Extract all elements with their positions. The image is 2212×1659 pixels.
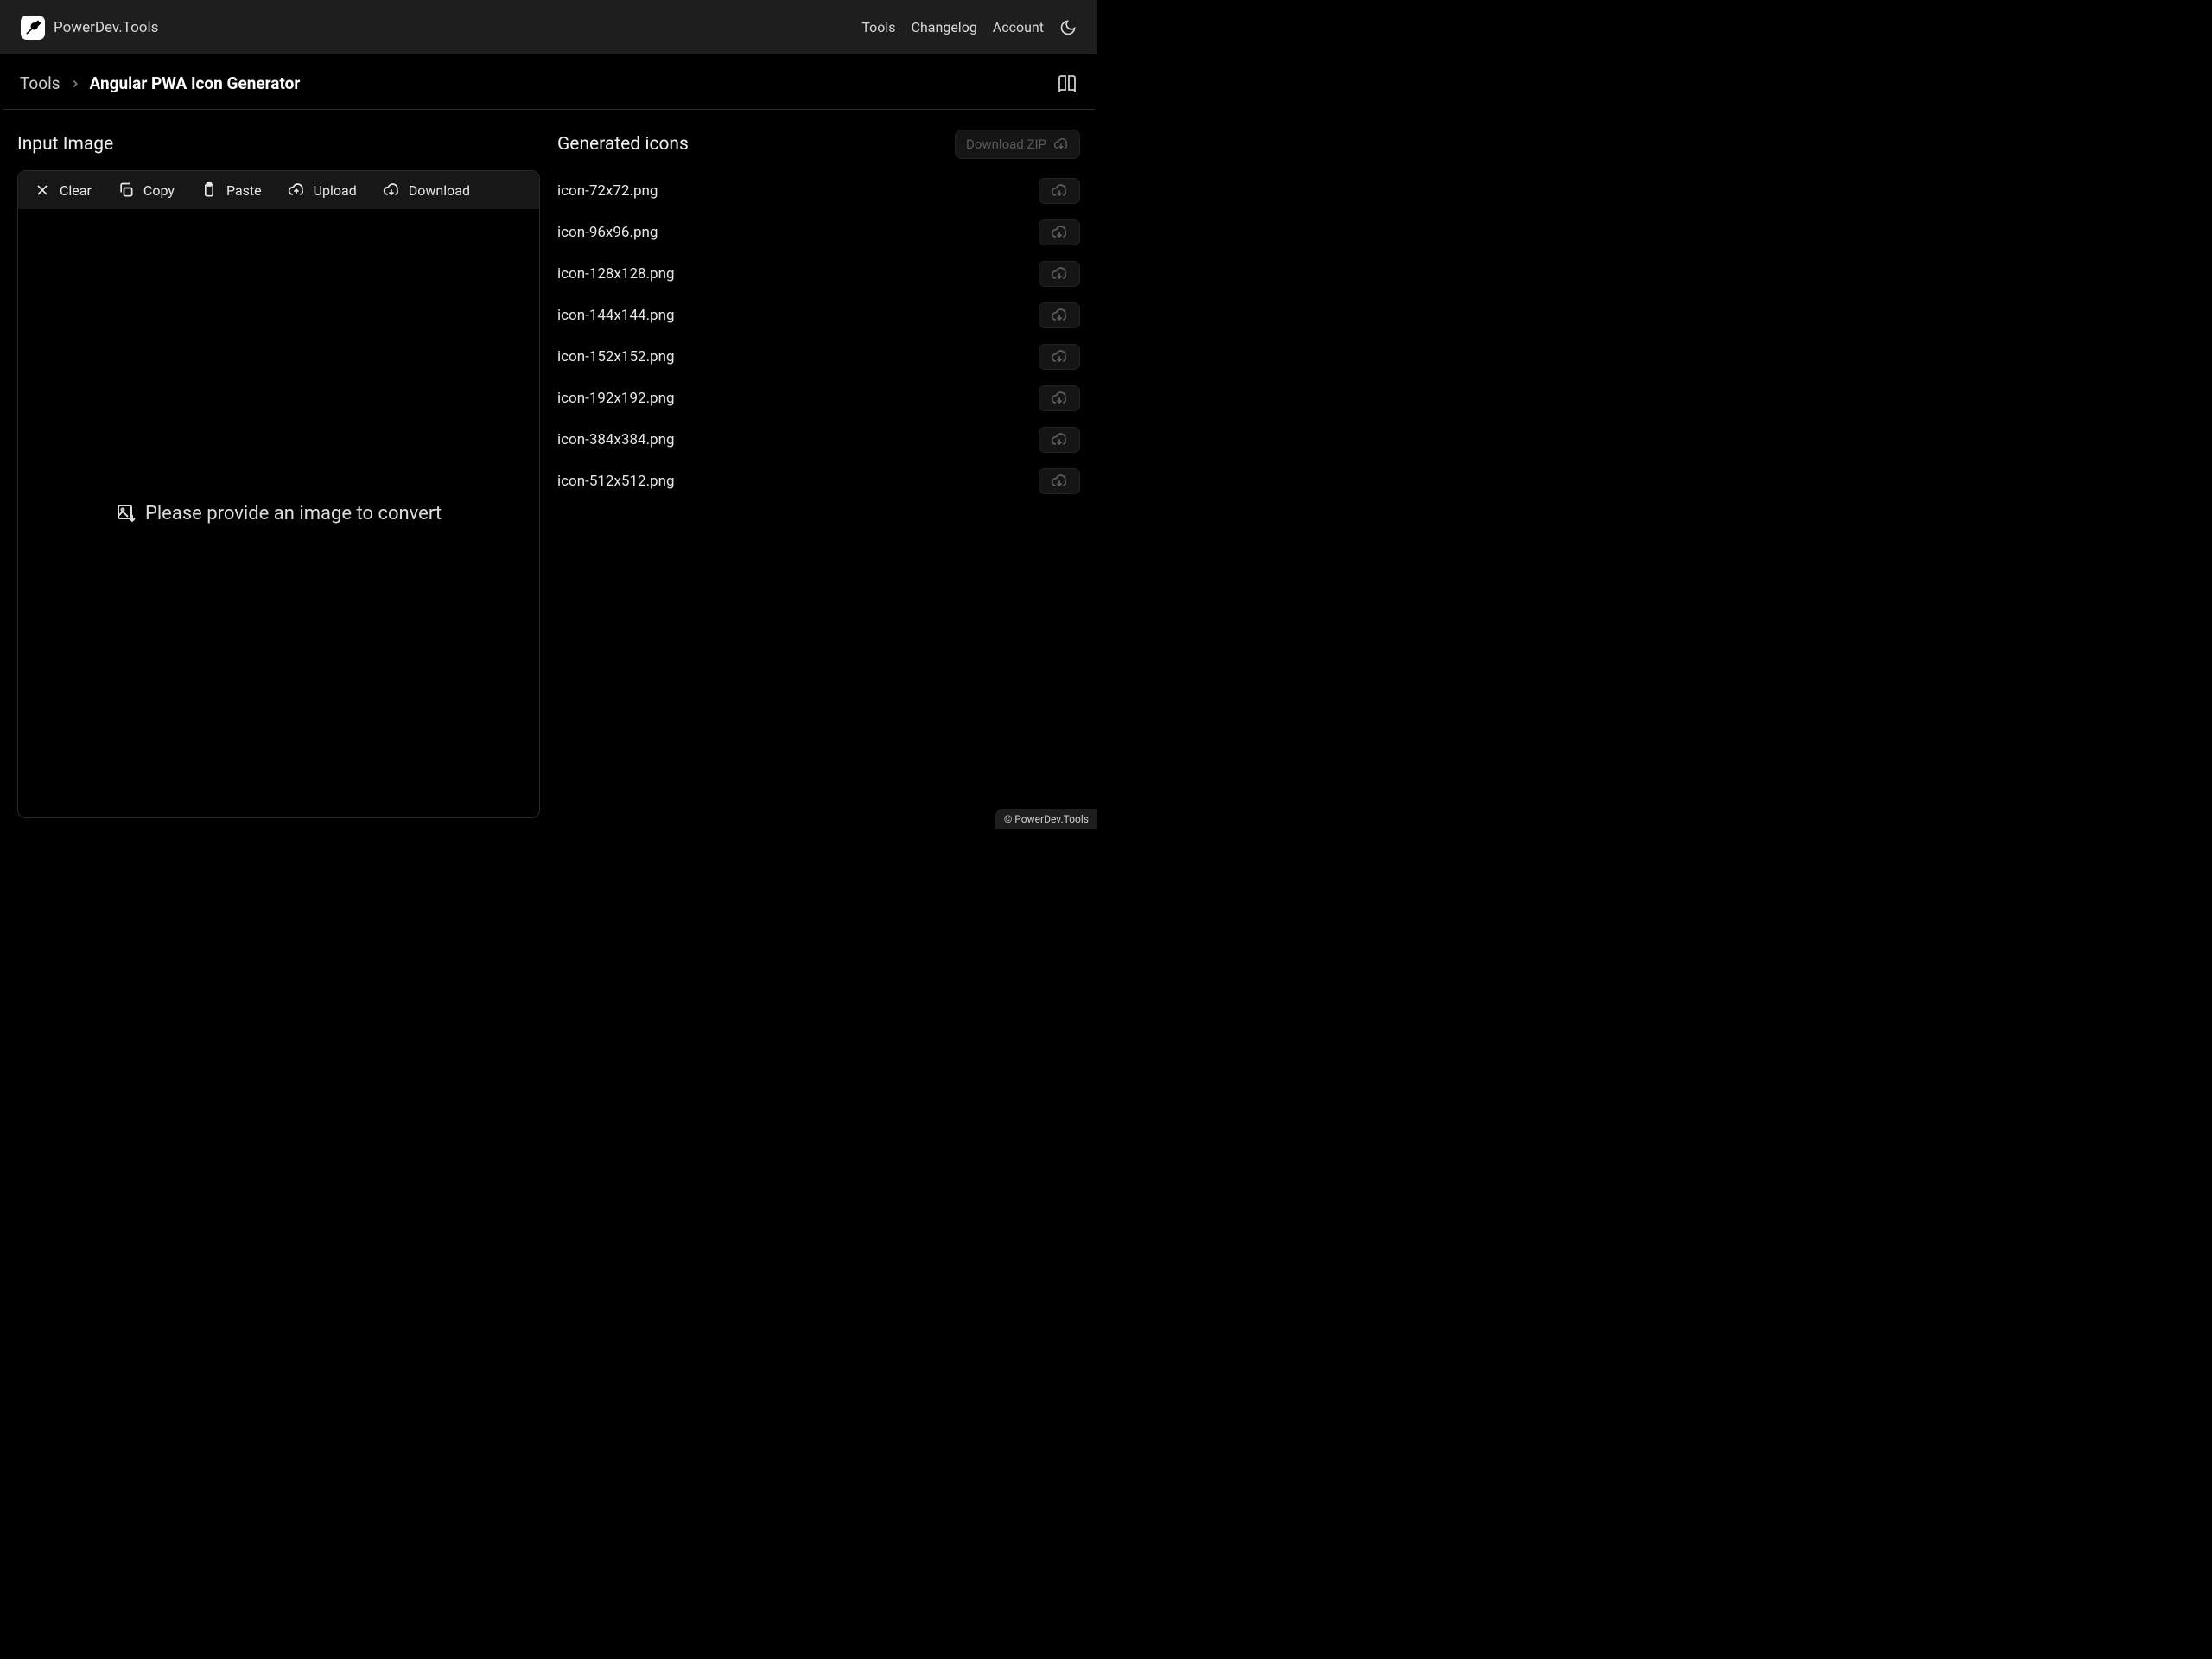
download-item-button[interactable] [1039, 468, 1080, 494]
generated-item-name: icon-152x152.png [557, 348, 675, 365]
download-item-button[interactable] [1039, 178, 1080, 204]
upload-label: Upload [314, 182, 357, 199]
clear-label: Clear [60, 182, 92, 199]
nav: Tools Changelog Account [861, 19, 1077, 36]
generated-row: icon-128x128.png [557, 253, 1080, 295]
breadcrumb-bar: Tools Angular PWA Icon Generator [3, 58, 1095, 110]
drop-placeholder: Please provide an image to convert [145, 503, 442, 524]
brand[interactable]: PowerDev.Tools [21, 16, 158, 40]
nav-tools[interactable]: Tools [861, 19, 895, 35]
generated-row: icon-72x72.png [557, 170, 1080, 212]
copy-button[interactable]: Copy [118, 181, 175, 199]
nav-changelog[interactable]: Changelog [912, 19, 977, 35]
paste-button[interactable]: Paste [200, 181, 262, 199]
generated-item-name: icon-384x384.png [557, 431, 675, 448]
cloud-download-icon [1051, 348, 1068, 365]
download-button[interactable]: Download [383, 181, 470, 199]
download-item-button[interactable] [1039, 427, 1080, 453]
download-item-button[interactable] [1039, 261, 1080, 287]
input-column: Input Image Clear Copy Paste Upload [17, 127, 540, 818]
footer-badge: © PowerDev.Tools [995, 809, 1097, 830]
generated-item-name: icon-192x192.png [557, 390, 675, 407]
drop-area[interactable]: Please provide an image to convert [18, 209, 539, 817]
generated-row: icon-144x144.png [557, 295, 1080, 336]
cloud-download-icon [1051, 224, 1068, 241]
generated-title: Generated icons [557, 134, 689, 155]
generated-list: icon-72x72.png icon-96x96.png icon-128x128… [557, 170, 1080, 502]
generated-row: icon-192x192.png [557, 378, 1080, 419]
download-label: Download [409, 182, 470, 199]
page-title: Angular PWA Icon Generator [90, 73, 301, 93]
input-card: Clear Copy Paste Upload Download [17, 170, 540, 818]
download-item-button[interactable] [1039, 302, 1080, 328]
paste-label: Paste [226, 182, 262, 199]
breadcrumb: Tools Angular PWA Icon Generator [20, 73, 300, 93]
clear-button[interactable]: Clear [34, 181, 92, 199]
cloud-download-icon [1051, 431, 1068, 448]
generated-item-name: icon-128x128.png [557, 265, 675, 283]
cloud-download-icon [1051, 390, 1068, 407]
chevron-right-icon [69, 78, 81, 90]
download-item-button[interactable] [1039, 385, 1080, 411]
nav-account[interactable]: Account [993, 19, 1044, 35]
generated-heading-row: Generated icons Download ZIP [557, 127, 1080, 162]
subbar-wrap: Tools Angular PWA Icon Generator [0, 54, 1097, 110]
brand-logo [21, 16, 45, 40]
moon-icon[interactable] [1059, 19, 1077, 36]
cloud-download-icon [383, 181, 400, 199]
generated-item-name: icon-144x144.png [557, 307, 675, 324]
input-title: Input Image [17, 134, 113, 155]
generated-row: icon-384x384.png [557, 419, 1080, 461]
copy-label: Copy [143, 182, 175, 199]
brand-name: PowerDev.Tools [54, 19, 158, 36]
cloud-download-icon [1053, 137, 1069, 152]
breadcrumb-root[interactable]: Tools [20, 73, 60, 93]
cloud-download-icon [1051, 473, 1068, 490]
generated-column: Generated icons Download ZIP icon-72x72.… [557, 127, 1080, 818]
input-toolbar: Clear Copy Paste Upload Download [18, 171, 539, 209]
download-item-button[interactable] [1039, 219, 1080, 245]
generated-item-name: icon-96x96.png [557, 224, 658, 241]
generated-item-name: icon-72x72.png [557, 182, 658, 200]
cloud-download-icon [1051, 265, 1068, 283]
download-item-button[interactable] [1039, 344, 1080, 370]
cloud-download-icon [1051, 182, 1068, 200]
generated-row: icon-152x152.png [557, 336, 1080, 378]
app-header: PowerDev.Tools Tools Changelog Account [0, 0, 1097, 54]
wrench-icon [24, 19, 41, 36]
download-zip-label: Download ZIP [966, 137, 1046, 152]
cloud-download-icon [1051, 307, 1068, 324]
x-icon [34, 181, 51, 199]
image-download-icon [116, 503, 137, 524]
generated-row: icon-96x96.png [557, 212, 1080, 253]
generated-item-name: icon-512x512.png [557, 473, 675, 490]
book-icon[interactable] [1057, 73, 1077, 94]
download-zip-button[interactable]: Download ZIP [955, 130, 1080, 159]
generated-row: icon-512x512.png [557, 461, 1080, 502]
upload-button[interactable]: Upload [288, 181, 357, 199]
input-heading-row: Input Image [17, 127, 540, 162]
main: Input Image Clear Copy Paste Upload [0, 110, 1097, 818]
copy-icon [118, 181, 135, 199]
paste-icon [200, 181, 218, 199]
cloud-upload-icon [288, 181, 305, 199]
